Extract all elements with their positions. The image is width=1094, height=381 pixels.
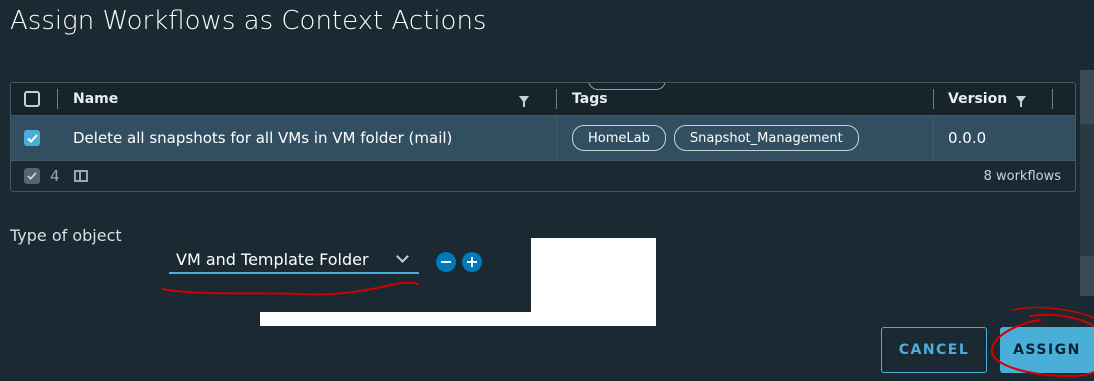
column-separator <box>556 89 557 109</box>
minus-icon <box>441 261 451 263</box>
row-select-cell <box>24 116 40 160</box>
select-value: VM and Template Folder <box>176 250 369 269</box>
chevron-down-icon <box>396 250 409 263</box>
dialog-scrollbar-thumb[interactable] <box>1080 124 1094 256</box>
cancel-button[interactable]: CANCEL <box>881 327 987 373</box>
partially-hidden-tag <box>588 83 666 90</box>
remove-type-button[interactable] <box>436 252 456 272</box>
filter-icon <box>1016 95 1026 107</box>
footer-selection: 4 <box>24 161 88 191</box>
table-row[interactable]: Delete all snapshots for all VMs in VM f… <box>11 116 1075 161</box>
column-toggle-icon <box>73 170 88 182</box>
assign-button[interactable]: ASSIGN <box>1000 327 1094 373</box>
workflow-name-cell: Delete all snapshots for all VMs in VM f… <box>73 129 453 147</box>
column-header-name[interactable]: Name <box>73 83 118 115</box>
select-all-cell <box>24 83 40 115</box>
version-cell: 0.0.0 <box>948 129 987 147</box>
column-header-version[interactable]: Version <box>948 83 1007 115</box>
name-filter-button[interactable] <box>519 83 529 115</box>
column-separator <box>57 89 58 109</box>
datagrid-header: Name Tags Version <box>11 83 1075 116</box>
redaction-box <box>260 312 656 326</box>
workflow-total: 8 workflows <box>983 168 1061 184</box>
check-icon <box>27 172 37 180</box>
column-separator <box>1052 89 1053 109</box>
column-separator <box>556 116 557 160</box>
column-separator <box>933 116 934 160</box>
tags-cell: HomeLab Snapshot_Management <box>572 116 867 160</box>
select-all-checkbox[interactable] <box>24 91 40 107</box>
add-type-button[interactable] <box>462 252 482 272</box>
tag-badge: Snapshot_Management <box>673 125 859 151</box>
column-toggle-button[interactable] <box>73 170 88 182</box>
dialog-title: Assign Workflows as Context Actions <box>10 6 487 36</box>
column-separator <box>933 89 934 109</box>
type-of-object-label: Type of object <box>10 226 122 245</box>
filter-icon <box>519 95 529 107</box>
workflows-datagrid: Name Tags Version Delete all snapshots f… <box>10 82 1076 192</box>
version-filter-button[interactable] <box>1016 83 1026 115</box>
tag-badge: HomeLab <box>572 125 666 151</box>
row-checkbox[interactable] <box>24 130 40 146</box>
check-icon <box>26 133 38 143</box>
selection-count-checkbox <box>24 168 40 184</box>
selected-count: 4 <box>50 167 60 185</box>
datagrid-footer: 4 8 workflows <box>11 161 1075 191</box>
type-of-object-select[interactable]: VM and Template Folder <box>169 246 419 274</box>
plus-icon-vertical <box>471 257 473 267</box>
